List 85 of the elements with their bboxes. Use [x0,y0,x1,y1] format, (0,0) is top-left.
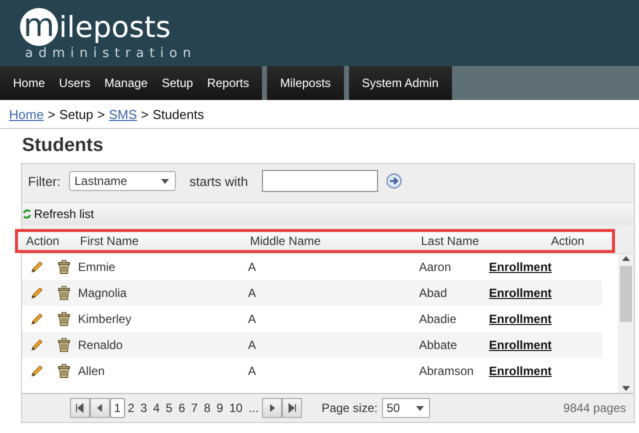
last-icon [286,403,297,413]
table-cell-text: A [248,286,258,300]
column-header: Action [25,234,60,248]
pencil-icon[interactable] [30,338,44,352]
trash-icon[interactable] [58,338,70,352]
breadcrumb-separator: > [141,106,149,122]
page-link[interactable]: 5 [162,399,176,417]
breadcrumb-item: Setup [59,106,94,122]
go-icon[interactable] [386,173,402,189]
trash-icon[interactable] [58,260,70,274]
previous-icon [95,403,105,413]
column-header: First Name [80,234,140,248]
enrollment-link[interactable]: Enrollment [489,364,552,378]
breadcrumb-link[interactable]: SMS [108,106,138,122]
breadcrumb-separator: > [48,106,56,122]
search-field[interactable] [262,170,378,192]
enrollment-link[interactable]: Enrollment [489,312,552,326]
nav-item[interactable]: Home [6,76,52,90]
filter-dropdown[interactable]: Lastname [68,171,176,191]
trash-icon[interactable] [58,312,70,326]
first-page-button[interactable] [70,398,90,418]
table-cell-text: Abad [419,286,448,300]
table-cell-text: Abadie [419,312,458,326]
page-link[interactable]: 1 [110,398,125,418]
pencil-icon[interactable] [30,260,44,274]
table-cell-text: Abramson [419,364,475,378]
caret-icon [160,176,170,186]
scroll-up-icon [621,254,631,264]
table-cell-text: A [248,364,258,378]
page-link[interactable]: 3 [137,399,150,417]
page-link[interactable]: 2 [124,399,138,417]
next-page-button[interactable] [262,398,282,418]
pencil-icon[interactable] [30,312,44,326]
page-link[interactable]: 4 [150,399,163,417]
breadcrumb-link[interactable]: Home [9,106,44,122]
table-cell-text: Kimberley [78,312,132,326]
logo-letter: m [20,8,58,46]
table-cell-text: A [248,260,258,274]
table-cell-text: Emmie [78,260,116,274]
last-page-button[interactable] [282,398,302,418]
page-link[interactable]: 6 [175,399,188,417]
column-header: Last Name [421,234,480,248]
trash-icon[interactable] [58,286,70,300]
nav-item[interactable]: Mileposts [273,76,338,90]
refresh-icon[interactable] [22,208,32,220]
trash-icon[interactable] [58,364,70,378]
first-icon [75,403,85,413]
table-cell-text: Aaron [419,260,452,274]
page-title: Students [22,135,104,157]
condition-label: starts with [190,174,248,188]
breadcrumb-item: Students [152,106,204,122]
page-size-label: Page size: [322,401,378,415]
page-count: 9844 pages [563,401,626,415]
nav-item[interactable]: Reports [200,76,256,90]
enrollment-link[interactable]: Enrollment [489,260,552,274]
table-cell-text: Renaldo [78,338,124,352]
previous-page-button[interactable] [90,398,110,418]
filter-label: Filter: [28,174,60,188]
table-cell-text: Abbate [419,338,458,352]
pencil-icon[interactable] [30,364,44,378]
table-cell-text: A [248,312,258,326]
logo-subtitle: administration [25,46,198,62]
refresh-link[interactable]: Refresh list [34,207,94,221]
enrollment-link[interactable]: Enrollment [489,338,552,352]
page-link[interactable]: ... [246,399,262,417]
table-cell-text: Magnolia [78,286,128,300]
page-link[interactable]: 7 [188,399,201,417]
nav-item[interactable]: System Admin [354,76,446,90]
page-link[interactable]: 9 [214,399,226,417]
enrollment-link[interactable]: Enrollment [489,286,552,300]
column-header: Middle Name [250,234,322,248]
column-header: Action [551,234,586,248]
pencil-icon[interactable] [30,286,44,300]
page-link[interactable]: 8 [200,399,214,417]
page-size-dropdown[interactable]: 50 [382,398,430,418]
scrollbar[interactable] [618,254,634,393]
page-link[interactable]: 10 [226,399,246,417]
nav-item[interactable]: Setup [154,76,200,90]
nav-item[interactable]: Manage [97,76,155,90]
table-cell-text: Allen [78,364,106,378]
table-cell-text: A [248,338,258,352]
breadcrumb-separator: > [97,106,105,122]
nav-item[interactable]: Users [52,76,98,90]
caret-icon [414,403,425,413]
logo-text: ileposts [59,9,171,45]
